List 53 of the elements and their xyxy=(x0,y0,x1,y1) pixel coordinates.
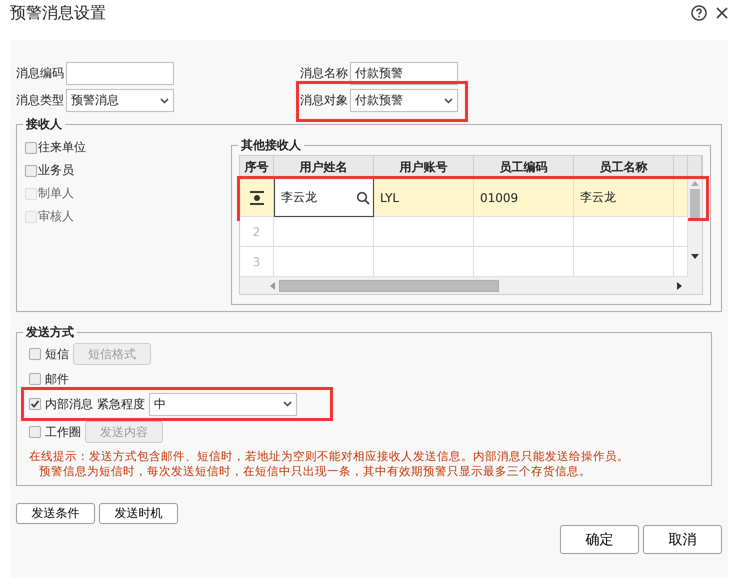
search-icon[interactable] xyxy=(356,190,370,204)
section-title: 发送方式 xyxy=(23,324,77,341)
field-label: 紧急程度 xyxy=(97,396,145,412)
scrollbar-thumb[interactable] xyxy=(690,189,700,219)
close-icon[interactable] xyxy=(715,6,729,20)
checkbox-label: 邮件 xyxy=(45,370,69,388)
field-label: 消息类型 xyxy=(16,92,64,109)
select-field[interactable]: 中 xyxy=(149,392,297,416)
chevron-down-icon xyxy=(444,98,453,104)
chevron-down-icon xyxy=(160,98,169,104)
cancel-button[interactable]: 取消 xyxy=(643,525,722,554)
checkbox-label: 工作圈 xyxy=(45,424,81,440)
arrow-down-icon[interactable] xyxy=(691,254,699,258)
scrollbar-thumb[interactable] xyxy=(279,280,499,292)
option-button[interactable]: 发送时机 xyxy=(99,503,178,524)
chevron-down-icon xyxy=(283,401,292,407)
input-field[interactable]: 李云龙 xyxy=(274,178,374,217)
arrow-right-icon[interactable] xyxy=(677,282,682,290)
confirm-button[interactable]: 确定 xyxy=(560,525,639,554)
window-title: 预警消息设置 xyxy=(10,2,106,24)
input-field[interactable] xyxy=(66,62,174,85)
checkbox[interactable] xyxy=(25,164,37,176)
checkbox-label: 审核人 xyxy=(38,208,74,225)
option-button[interactable]: 发送条件 xyxy=(16,503,95,524)
checkbox-label: 短信 xyxy=(45,346,69,362)
field-label: 消息对象 xyxy=(300,92,348,109)
checkbox-label: 内部消息 xyxy=(45,396,93,412)
table-cell: LYL xyxy=(374,179,474,216)
arrow-left-icon[interactable] xyxy=(270,282,275,290)
checkbox[interactable] xyxy=(29,373,41,385)
checkbox[interactable] xyxy=(29,348,41,360)
checkbox-label: 往来单位 xyxy=(38,139,86,156)
checkbox[interactable] xyxy=(29,426,41,438)
section-title: 其他接收人 xyxy=(238,137,304,154)
field-label: 消息名称 xyxy=(300,65,348,82)
select-field[interactable]: 预警消息 xyxy=(66,89,174,112)
section-title: 接收人 xyxy=(23,116,65,133)
checkbox-label: 制单人 xyxy=(38,185,74,202)
hint-text: 在线提示：发送方式包含邮件、短信时，若地址为空则不能对相应接收人发送信息。内部消息只能发送给操作员。 xyxy=(29,449,630,464)
checkbox[interactable] xyxy=(25,142,37,154)
hint-text: 预警信息为短信时，每次发送短信时，在短信中只出现一条，其中有效期预警只显示最多三个存货信息。 xyxy=(38,464,592,479)
arrow-up-icon[interactable] xyxy=(691,181,699,186)
field-label: 消息编码 xyxy=(16,65,64,82)
help-icon[interactable] xyxy=(691,5,707,21)
row-number: 2 xyxy=(240,217,274,246)
select-field[interactable]: 付款预警 xyxy=(350,89,458,112)
scrollbar[interactable] xyxy=(240,277,688,294)
scrollbar[interactable] xyxy=(688,179,702,294)
table-cell: 李云龙 xyxy=(574,179,674,216)
table-cell: 01009 xyxy=(474,179,574,216)
row-number: 3 xyxy=(240,247,274,276)
checkbox-label: 业务员 xyxy=(38,162,74,179)
checkbox[interactable] xyxy=(29,398,41,410)
